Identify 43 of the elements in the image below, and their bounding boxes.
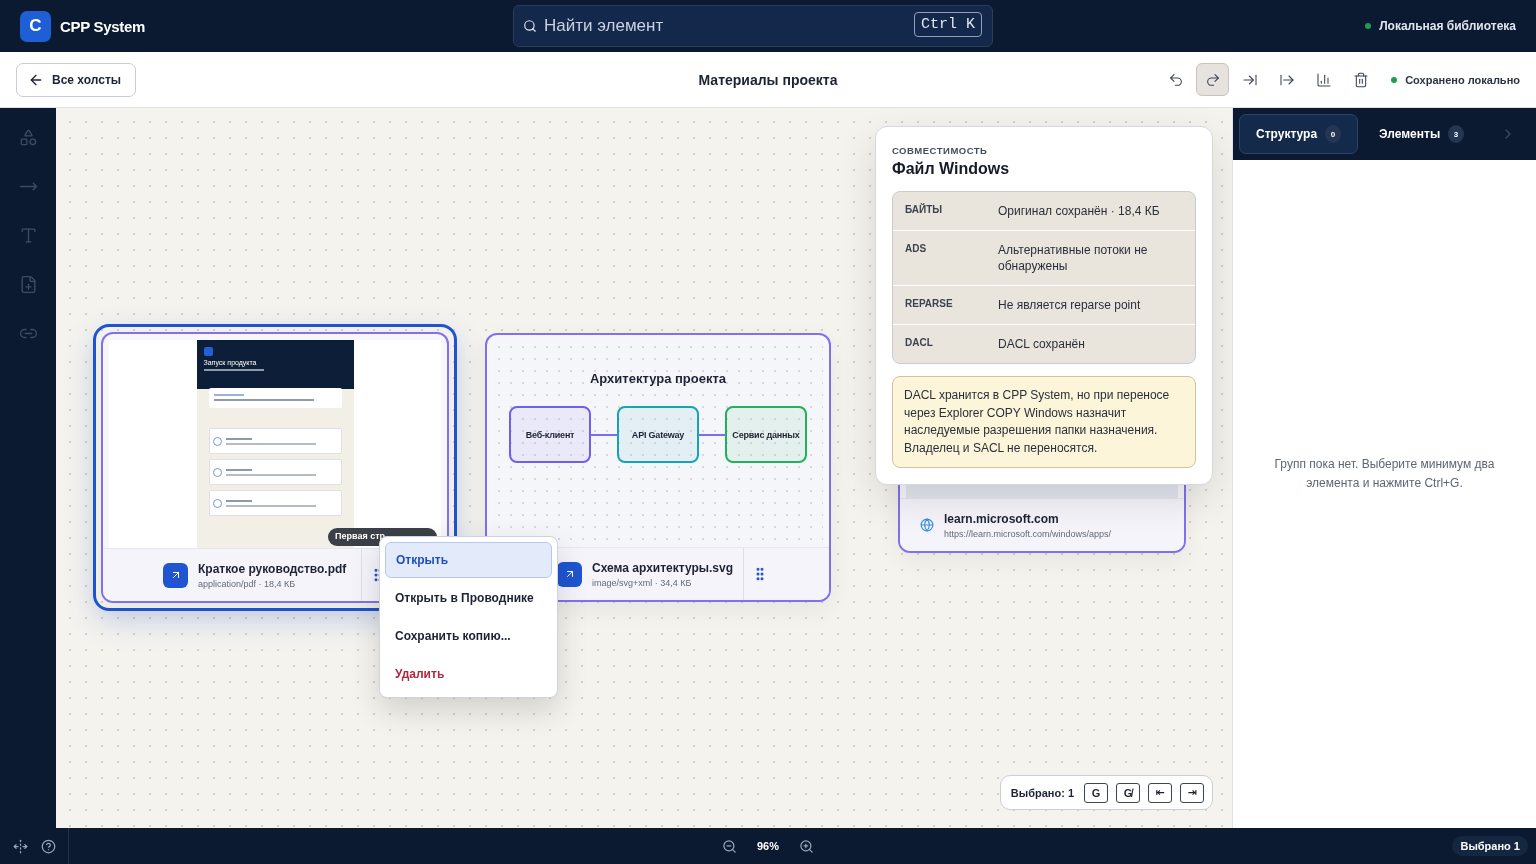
- property-key: REPARSE: [905, 297, 998, 313]
- menu-item[interactable]: Удалить: [385, 656, 552, 692]
- popover-title: Файл Windows: [892, 160, 1011, 178]
- selection-count: Выбрано: 1: [1010, 786, 1074, 799]
- shortcut-button[interactable]: G: [1084, 782, 1108, 803]
- popover-label: СОВМЕСТИМОСТЬ: [892, 145, 989, 156]
- app-logo: C: [20, 10, 51, 42]
- zoom-level: 96%: [757, 840, 779, 852]
- canvas-title: Материалы проекта: [698, 71, 838, 88]
- back-button[interactable]: Все холсты: [16, 62, 136, 97]
- diagram-node: Сервис данных: [725, 406, 807, 463]
- warning-note: DACL хранится в CPP System, но при переносе через Explorer COPY Windows назначит наследуемые разрешения папки назначения. Владелец и SACL не переносятся.: [892, 376, 1196, 468]
- property-key: БАЙТЫ: [905, 203, 998, 219]
- selection-badge: Выбрано 1: [1452, 836, 1528, 856]
- file-title: Схема архитектуры.svg: [592, 560, 734, 575]
- file-title: Краткое руководство.pdf: [198, 561, 347, 576]
- shortcut-button[interactable]: G̸: [1116, 782, 1140, 803]
- property-value: Не является reparse point: [998, 297, 1142, 313]
- property-value: Альтернативные потоки не обнаружены: [998, 242, 1149, 274]
- diagram-title: Архитектура проекта: [589, 371, 727, 386]
- count-badge: 0: [1325, 125, 1341, 143]
- app-name: CPP System: [60, 17, 146, 35]
- file-meta: application/pdf · 18,4 КБ: [198, 578, 297, 589]
- file-meta: https://learn.microsoft.com/windows/apps/: [944, 528, 1112, 539]
- sidebar-tab[interactable]: Элементы 3: [1362, 114, 1481, 154]
- shortcut-key: Ctrl K: [914, 12, 982, 37]
- shortcut-button[interactable]: ⇤: [1148, 782, 1172, 803]
- shortcut-button[interactable]: ⇥: [1180, 782, 1204, 803]
- empty-message: Групп пока нет. Выберите минимум два элемента и нажмите Ctrl+G.: [1273, 456, 1496, 492]
- property-value: DACL сохранён: [998, 336, 1086, 352]
- file-title: learn.microsoft.com: [944, 511, 1060, 526]
- library-status: Локальная библиотека: [1379, 19, 1516, 33]
- save-status: Сохранено локально: [1405, 73, 1520, 86]
- count-badge: 3: [1448, 125, 1464, 143]
- property-key: DACL: [905, 336, 998, 352]
- menu-item[interactable]: Сохранить копию...: [385, 618, 552, 654]
- property-key: ADS: [905, 242, 998, 274]
- file-meta: image/svg+xml · 34,4 КБ: [592, 577, 693, 588]
- menu-item[interactable]: Открыть: [385, 542, 552, 578]
- diagram-node: API Gateway: [617, 406, 699, 463]
- sidebar-tab[interactable]: Структура 0: [1239, 114, 1358, 154]
- diagram-node: Веб-клиент: [509, 406, 591, 463]
- property-value: Оригинал сохранён · 18,4 КБ: [998, 203, 1161, 219]
